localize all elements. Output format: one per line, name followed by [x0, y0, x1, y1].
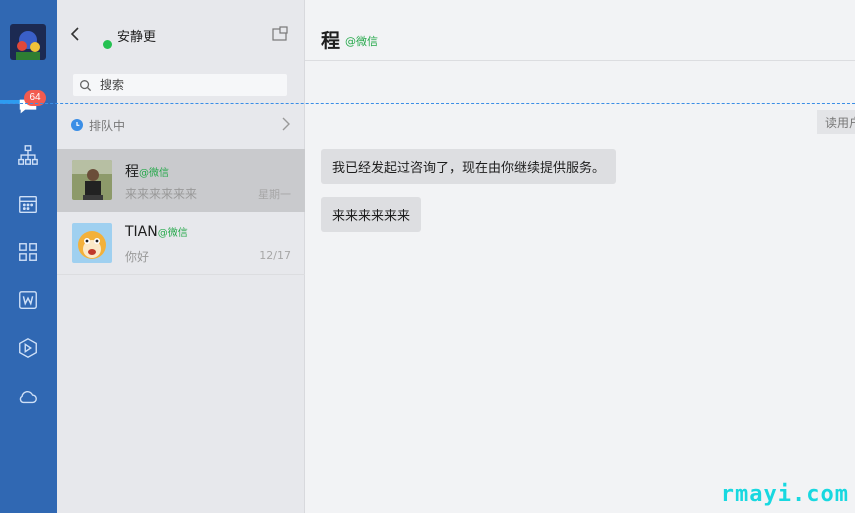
read-user-tag[interactable]: 读用户 [817, 110, 855, 134]
last-message-time: 12/17 [259, 249, 291, 262]
chat-title: 程 [321, 30, 341, 52]
last-message-time: 星期一 [258, 188, 291, 201]
online-status-dot [103, 40, 112, 49]
message-bubble: 来来来来来来 [321, 197, 422, 232]
chat-panel: 程 @微信 读用户 我已经发起过咨询了，现在由你继续提供服务。 来来来来来来 [305, 0, 855, 513]
last-message: 来来来来来来 [125, 187, 198, 201]
list-divider [57, 274, 305, 275]
conversation-list-panel: 安静更 排队中 程@微信 来来来来来来 星期一 [57, 0, 305, 513]
search-icon [80, 79, 92, 91]
message-bubble: 我已经发起过咨询了，现在由你继续提供服务。 [321, 149, 617, 184]
left-nav-rail: 64 [0, 0, 57, 513]
contact-name: TIAN@微信 [125, 224, 188, 240]
org-icon[interactable] [14, 141, 42, 169]
cube-icon[interactable] [14, 334, 42, 362]
queue-label: 排队中 [89, 118, 126, 133]
agent-name: 安静更 [117, 30, 157, 45]
apps-icon[interactable] [14, 238, 42, 266]
contact-name: 程@微信 [125, 164, 169, 180]
list-header: 安静更 [57, 0, 304, 62]
word-icon[interactable] [14, 286, 42, 314]
calendar-icon[interactable] [14, 190, 42, 218]
search-box[interactable] [73, 74, 287, 96]
chat-source: @微信 [345, 35, 378, 48]
clock-icon [71, 119, 83, 131]
cloud-icon[interactable] [14, 382, 42, 410]
back-icon[interactable] [67, 24, 83, 44]
watermark: rmayi.com [720, 482, 849, 507]
popout-window-icon[interactable] [272, 26, 288, 42]
contact-avatar [72, 223, 112, 263]
conversation-item[interactable]: 程@微信 来来来来来来 星期一 [57, 149, 305, 212]
contact-source: @微信 [139, 168, 169, 179]
search-input[interactable] [100, 78, 280, 92]
queue-row[interactable]: 排队中 [57, 108, 305, 142]
last-message: 你好 [125, 250, 150, 264]
contact-avatar [72, 160, 112, 200]
conversation-item[interactable]: TIAN@微信 你好 12/17 [57, 212, 305, 275]
contact-source: @微信 [157, 228, 188, 239]
divider-line [0, 103, 855, 104]
chat-header: 程 @微信 [305, 0, 855, 61]
self-avatar[interactable] [10, 24, 46, 60]
chevron-right-icon [282, 117, 290, 131]
